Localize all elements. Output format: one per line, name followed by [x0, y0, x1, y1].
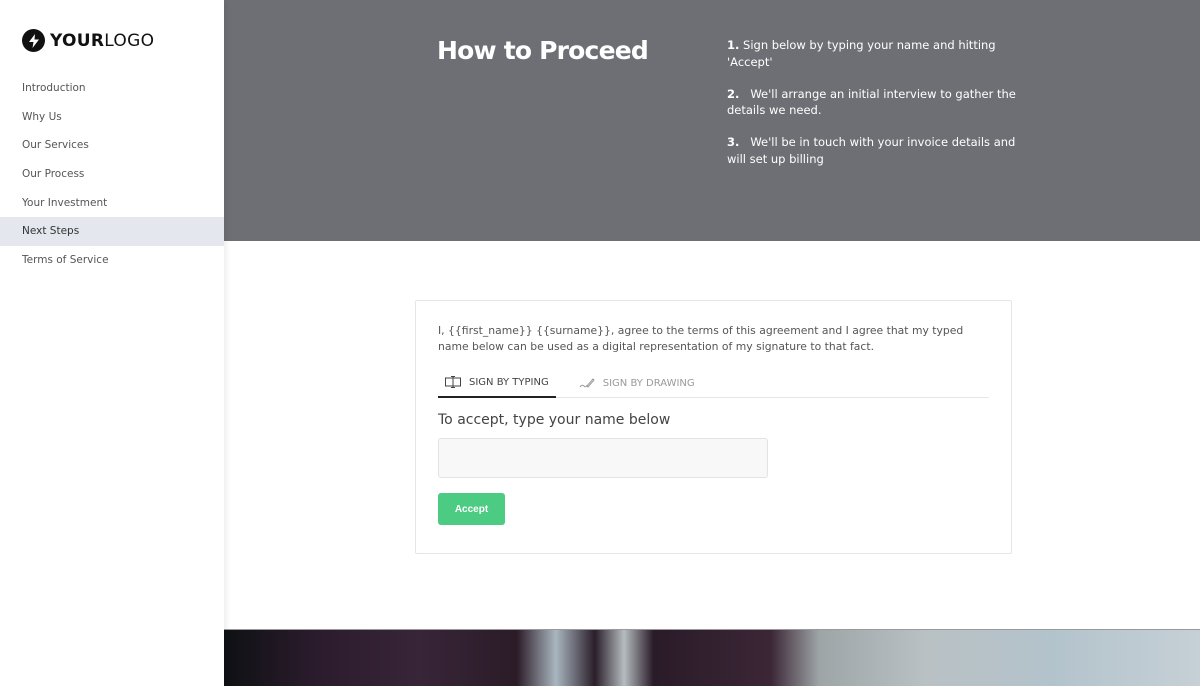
sidebar-nav: Introduction Why Us Our Services Our Pro… [0, 74, 224, 275]
page-title: How to Proceed [437, 36, 649, 65]
accept-prompt: To accept, type your name below [438, 412, 671, 428]
sidebar-item-next-steps[interactable]: Next Steps [0, 217, 224, 247]
logo-text: YOURLOGO [50, 30, 155, 51]
tab-sign-by-typing[interactable]: SIGN BY TYPING [438, 368, 556, 398]
hero-photo [224, 629, 1200, 686]
sidebar-item-our-services[interactable]: Our Services [0, 131, 224, 160]
sidebar-item-introduction[interactable]: Introduction [0, 74, 224, 103]
tab-sign-by-drawing[interactable]: SIGN BY DRAWING [572, 368, 702, 398]
step-item: 3. We'll be in touch with your invoice d… [727, 135, 1016, 166]
main-content: How to Proceed 1. Sign below by typing y… [224, 0, 1200, 686]
pen-icon [579, 378, 595, 388]
logo[interactable]: YOURLOGO [22, 29, 154, 52]
hero-section: How to Proceed 1. Sign below by typing y… [224, 0, 1200, 241]
step-item: 2. We'll arrange an initial interview to… [727, 86, 1016, 118]
accept-button[interactable]: Accept [438, 493, 505, 525]
signature-tabs: SIGN BY TYPING SIGN BY DRAWING [438, 368, 989, 398]
sidebar-item-why-us[interactable]: Why Us [0, 103, 224, 132]
step-item: 1. Sign below by typing your name and hi… [727, 38, 996, 69]
agreement-text: I, {{first_name}} {{surname}}, agree to … [438, 324, 964, 353]
lightning-bolt-icon [22, 29, 45, 52]
steps-list: 1. Sign below by typing your name and hi… [727, 37, 1027, 183]
sidebar: YOURLOGO Introduction Why Us Our Service… [0, 0, 224, 686]
signature-card: I, {{first_name}} {{surname}}, agree to … [415, 300, 1012, 554]
name-input[interactable] [438, 438, 768, 478]
sidebar-item-your-investment[interactable]: Your Investment [0, 189, 224, 218]
sidebar-item-our-process[interactable]: Our Process [0, 160, 224, 189]
sidebar-item-terms-of-service[interactable]: Terms of Service [0, 246, 224, 275]
text-cursor-icon [445, 376, 461, 388]
